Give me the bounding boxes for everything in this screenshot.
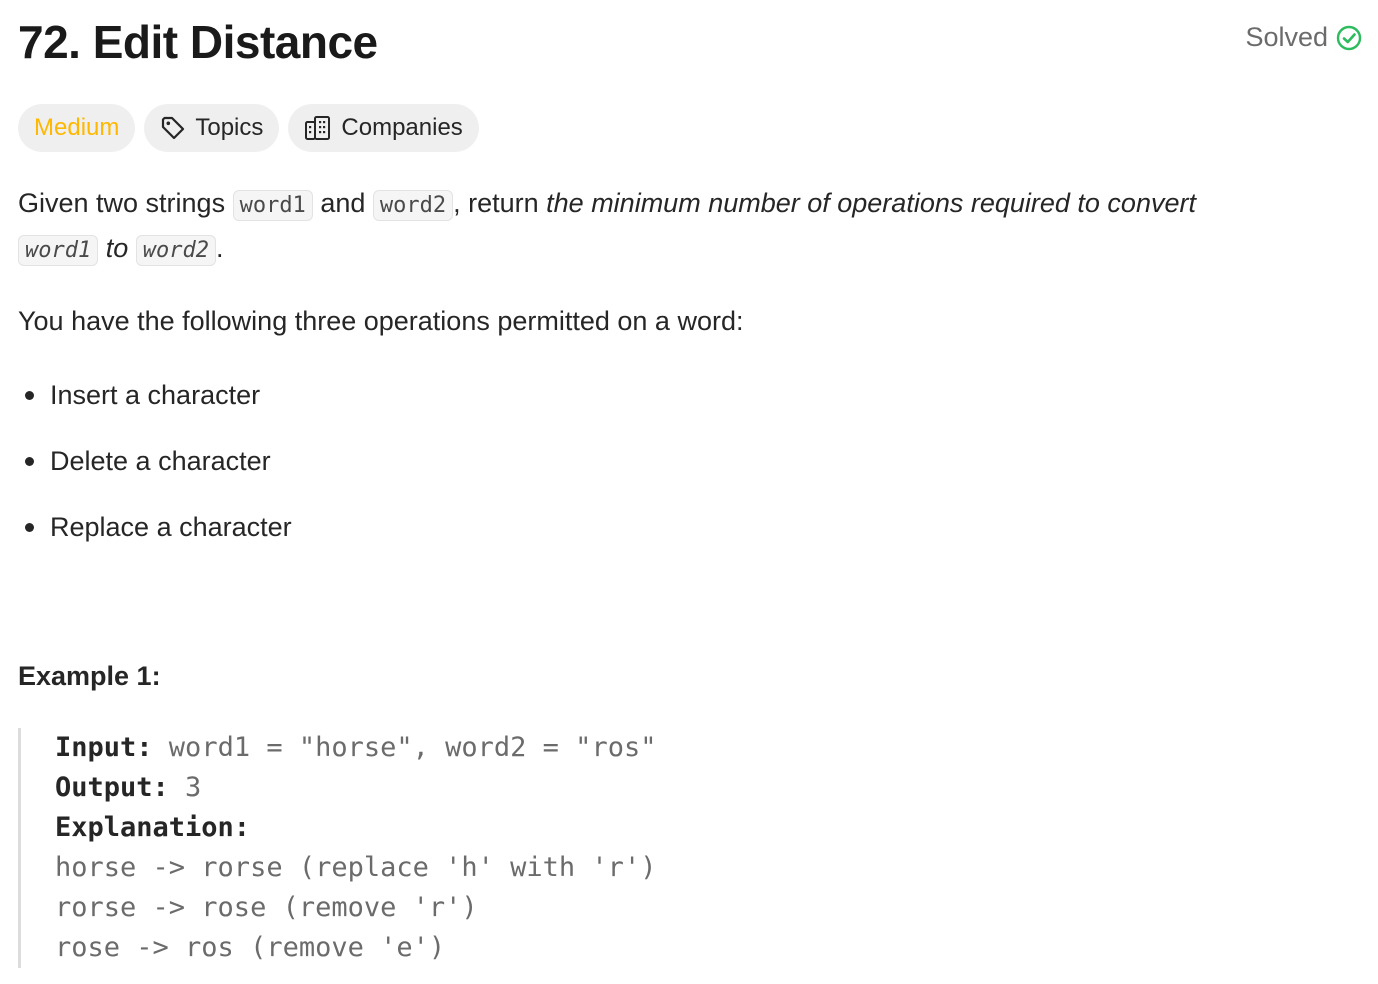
example-explanation-line: Explanation: — [55, 808, 656, 848]
building-icon — [304, 115, 332, 141]
statement-text: Given two strings — [18, 188, 233, 218]
operation-label: Replace a character — [50, 512, 292, 542]
problem-tags: Medium Topics Companies — [18, 104, 479, 152]
explanation-step: rose -> ros (remove 'e') — [55, 932, 446, 963]
statement-text: and — [312, 188, 373, 218]
solved-label: Solved — [1245, 22, 1328, 52]
code-word2: word2 — [372, 190, 454, 221]
output-value: 3 — [168, 772, 202, 803]
list-item: Replace a character — [18, 504, 292, 570]
check-circle-icon — [1336, 25, 1362, 51]
problem-statement: Given two strings word1 and word2, retur… — [18, 182, 1338, 272]
operations-intro: You have the following three operations … — [18, 306, 744, 336]
input-label: Input: — [55, 732, 153, 763]
example-block: Input: word1 = "horse", word2 = "ros" Ou… — [18, 728, 656, 968]
explanation-label: Explanation: — [55, 812, 251, 843]
bullet-icon — [25, 523, 34, 532]
example-input-line: Input: word1 = "horse", word2 = "ros" — [55, 728, 656, 768]
operations-list: Insert a character Delete a character Re… — [18, 372, 292, 570]
bullet-icon — [25, 391, 34, 400]
operation-label: Insert a character — [50, 380, 261, 410]
topics-button[interactable]: Topics — [144, 104, 280, 152]
code-word1: word1 — [232, 190, 313, 221]
difficulty-badge: Medium — [18, 104, 136, 152]
explanation-step: horse -> rorse (replace 'h' with 'r') — [55, 852, 657, 883]
explanation-step: rorse -> rose (remove 'r') — [55, 892, 478, 923]
difficulty-label: Medium — [34, 114, 120, 141]
topics-label: Topics — [195, 114, 264, 141]
tag-icon — [160, 115, 186, 141]
code-word1-italic: word1 — [18, 235, 99, 266]
example-output-line: Output: 3 — [55, 768, 656, 808]
output-label: Output: — [55, 772, 169, 803]
statement-text: , return — [453, 188, 547, 218]
operation-label: Delete a character — [50, 446, 271, 476]
list-item: Delete a character — [18, 438, 292, 504]
list-item: Insert a character — [18, 372, 292, 438]
statement-emphasis: the minimum number of operations require… — [546, 188, 1196, 218]
statement-text: . — [216, 233, 224, 263]
example-title: Example 1: — [18, 661, 161, 691]
companies-button[interactable]: Companies — [288, 104, 479, 152]
problem-title[interactable]: 72. Edit Distance — [18, 14, 378, 70]
bullet-icon — [25, 457, 34, 466]
statement-text: to — [98, 233, 136, 263]
solved-status: Solved — [1245, 22, 1362, 53]
problem-header: 72. Edit Distance Solved — [18, 0, 1362, 84]
companies-label: Companies — [341, 114, 463, 141]
statement-paragraph: Given two strings word1 and word2, retur… — [18, 182, 1338, 272]
input-value: word1 = "horse", word2 = "ros" — [152, 732, 657, 763]
problem-description-panel: 72. Edit Distance Solved Medium Topics C… — [18, 0, 1362, 968]
code-word2-italic: word2 — [135, 235, 216, 266]
